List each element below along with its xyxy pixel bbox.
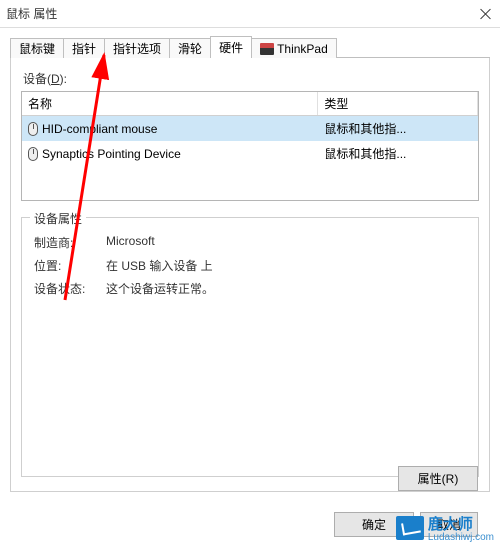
tab-thinkpad[interactable]: ThinkPad [251, 38, 337, 58]
device-properties-group: 设备属性 制造商: Microsoft 位置: 在 USB 输入设备 上 设备状… [21, 217, 479, 477]
location-value: 在 USB 输入设备 上 [106, 257, 466, 274]
status-value: 这个设备运转正常。 [106, 280, 466, 297]
title-bar: 鼠标 属性 [0, 0, 500, 28]
watermark: 鹿大师 Ludashiwj.com [396, 513, 494, 543]
manufacturer-label: 制造商: [34, 234, 106, 251]
device-name: HID-compliant mouse [42, 122, 157, 136]
hardware-panel: 设备(D): 名称 类型 HID-compliant mouse 鼠标和其他指.… [10, 58, 490, 492]
tab-pointer-options[interactable]: 指针选项 [104, 38, 170, 58]
device-table[interactable]: 名称 类型 HID-compliant mouse 鼠标和其他指... Syna… [21, 91, 479, 201]
table-row[interactable]: Synaptics Pointing Device 鼠标和其他指... [22, 141, 478, 166]
tab-label: 指针选项 [113, 40, 161, 57]
manufacturer-row: 制造商: Microsoft [34, 234, 466, 251]
manufacturer-value: Microsoft [106, 234, 466, 251]
tab-wheel[interactable]: 滑轮 [169, 38, 211, 58]
device-name: Synaptics Pointing Device [42, 147, 181, 161]
watermark-icon [396, 516, 424, 540]
device-properties-title: 设备属性 [30, 210, 86, 227]
devices-label: 设备(D): [23, 70, 67, 87]
tab-label: 指针 [72, 40, 96, 57]
tab-label: 鼠标键 [19, 40, 55, 57]
tab-strip: 鼠标键 指针 指针选项 滑轮 硬件 ThinkPad [10, 36, 490, 58]
watermark-url: Ludashiwj.com [428, 532, 494, 543]
watermark-name: 鹿大师 [428, 516, 473, 533]
tab-pointer[interactable]: 指针 [63, 38, 105, 58]
table-body: HID-compliant mouse 鼠标和其他指... Synaptics … [22, 116, 478, 200]
thinkpad-icon [260, 43, 274, 55]
location-label: 位置: [34, 257, 106, 274]
tab-hardware[interactable]: 硬件 [210, 36, 252, 58]
mouse-icon [28, 122, 38, 136]
table-header: 名称 类型 [22, 92, 478, 116]
status-label: 设备状态: [34, 280, 106, 297]
status-row: 设备状态: 这个设备运转正常。 [34, 280, 466, 297]
location-row: 位置: 在 USB 输入设备 上 [34, 257, 466, 274]
tab-label: 硬件 [219, 39, 243, 56]
column-type[interactable]: 类型 [318, 92, 478, 115]
table-row[interactable]: HID-compliant mouse 鼠标和其他指... [22, 116, 478, 141]
tab-label: 滑轮 [178, 40, 202, 57]
tab-buttons[interactable]: 鼠标键 [10, 38, 64, 58]
tab-label: ThinkPad [277, 42, 328, 56]
device-type: 鼠标和其他指... [324, 145, 406, 162]
properties-button-row: 属性(R) [398, 466, 478, 491]
device-type: 鼠标和其他指... [324, 120, 406, 137]
column-name[interactable]: 名称 [22, 92, 318, 115]
window-title: 鼠标 属性 [6, 5, 57, 22]
mouse-icon [28, 147, 38, 161]
close-icon[interactable] [478, 6, 494, 22]
properties-button[interactable]: 属性(R) [398, 466, 478, 491]
